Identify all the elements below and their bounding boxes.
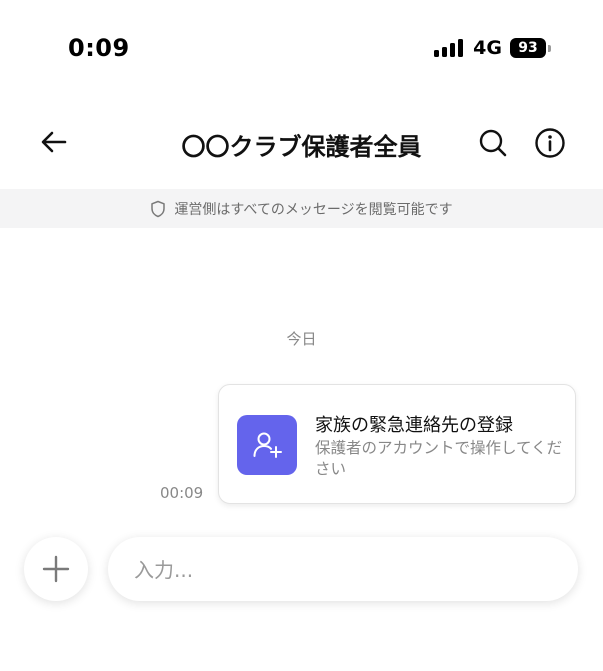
emergency-contact-card[interactable]: 家族の緊急連絡先の登録 保護者のアカウントで操作してください [218, 384, 576, 504]
date-divider: 今日 [286, 330, 317, 348]
chat-screen: 0:09 4G 93 〇〇クラブ保護者全員 運営側はすべてのメッセージを閲覧可能… [0, 0, 603, 671]
card-icon-box [237, 415, 297, 475]
info-button[interactable] [531, 124, 569, 162]
add-attachment-button[interactable] [24, 537, 88, 601]
network-label: 4G [473, 37, 502, 59]
battery-level: 93 [510, 38, 546, 58]
search-icon [479, 129, 507, 157]
chat-header: 〇〇クラブ保護者全員 [0, 110, 603, 174]
battery-icon: 93 [510, 38, 551, 58]
shield-icon [151, 200, 166, 217]
chat-title: 〇〇クラブ保護者全員 [181, 133, 422, 161]
message-input[interactable] [132, 537, 556, 603]
notice-banner: 運営側はすべてのメッセージを閲覧可能です [0, 189, 603, 228]
notice-text: 運営側はすべてのメッセージを閲覧可能です [174, 201, 453, 218]
card-title: 家族の緊急連絡先の登録 [315, 415, 513, 436]
battery-cap [548, 44, 551, 52]
status-time: 0:09 [68, 34, 130, 62]
card-subtitle: 保護者のアカウントで操作してください [315, 439, 563, 478]
message-timestamp: 00:09 [160, 484, 204, 502]
signal-icon [434, 39, 464, 57]
user-plus-icon [253, 432, 282, 458]
message-input-container [108, 537, 578, 603]
plus-icon [42, 555, 70, 583]
info-icon [535, 128, 565, 158]
status-indicators: 4G 93 [434, 37, 551, 59]
search-button[interactable] [474, 124, 512, 162]
